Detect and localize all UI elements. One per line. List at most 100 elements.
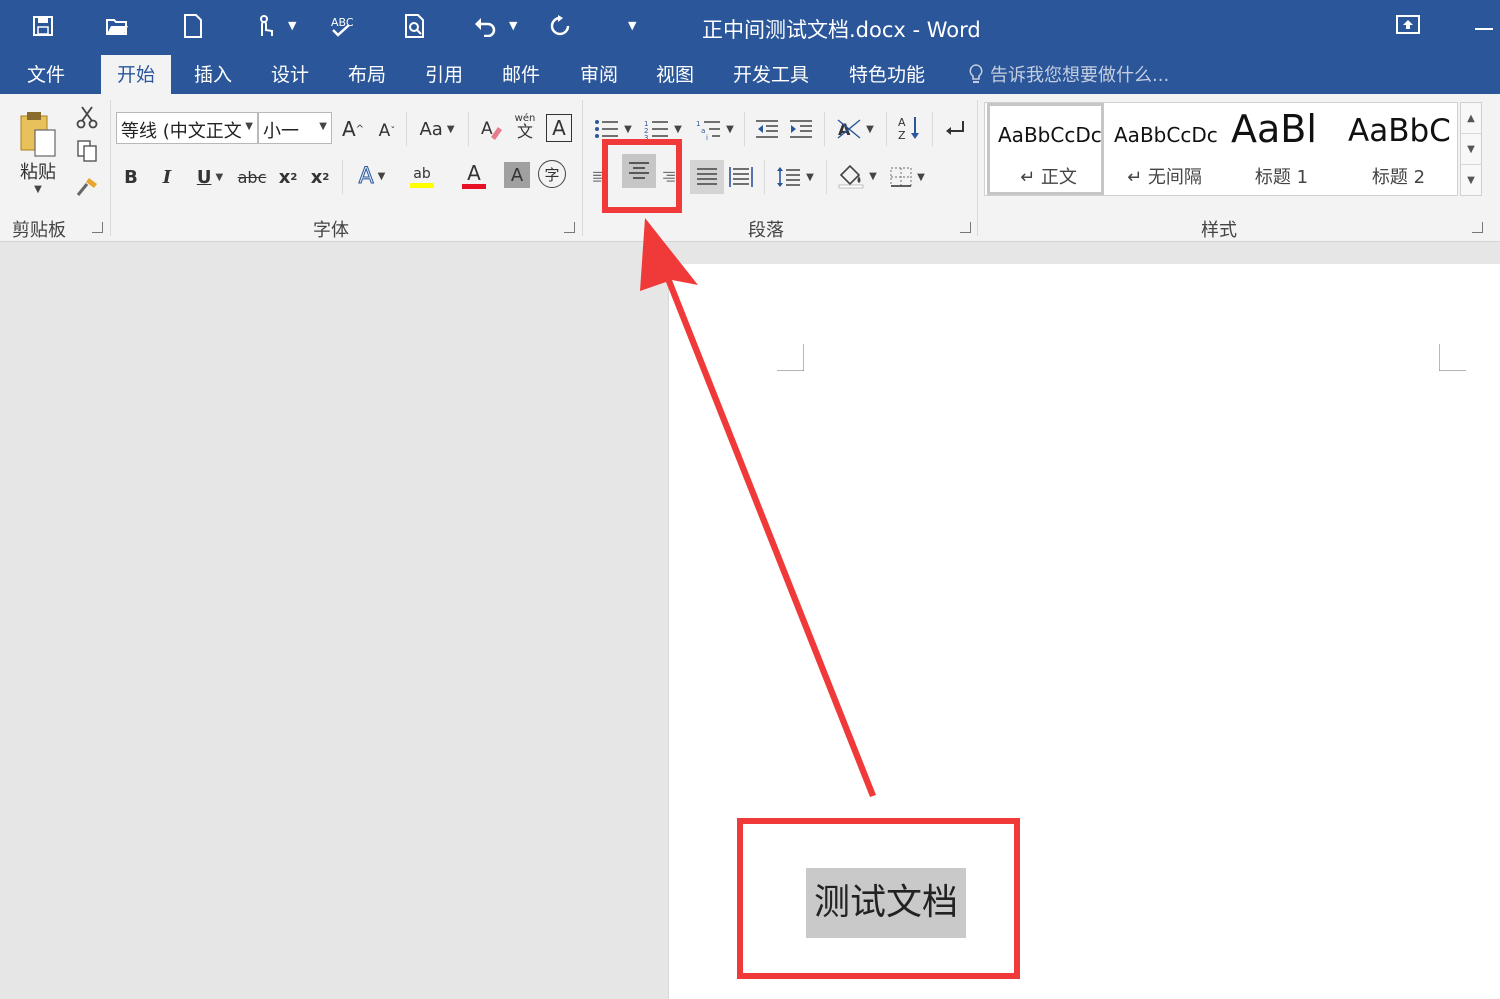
strikethrough-button[interactable]: abc [236,162,268,192]
ribbon-display-options-icon[interactable] [1395,14,1421,36]
tab-mailings[interactable]: 邮件 [502,60,540,87]
copy-icon[interactable] [72,136,102,166]
show-marks-icon[interactable] [940,114,970,144]
separator [342,160,343,194]
font-name-dropdown-icon[interactable]: ▼ [245,121,253,132]
new-icon[interactable] [178,10,208,42]
justify-icon[interactable] [690,160,724,194]
spelling-icon[interactable]: ABC [326,10,356,42]
style-heading-1[interactable]: AaBl 标题 1 [1223,103,1340,195]
touch-mode-icon[interactable] [250,10,280,42]
styles-scroll-up-icon[interactable]: ▲ [1461,103,1481,134]
separator [582,100,583,236]
paste-icon [20,111,56,157]
undo-dropdown-icon[interactable]: ▼ [509,19,517,32]
annotation-box-document-text [737,818,1020,979]
minimize-button[interactable] [1475,28,1493,30]
grow-font-button[interactable]: A ^ [338,114,368,144]
cut-icon[interactable] [72,102,102,132]
annotation-box-center-align [602,139,682,213]
font-size-dropdown-icon[interactable]: ▼ [319,121,327,132]
styles-gallery: AaBbCcDc ↵ 正文 AaBbCcDc ↵ 无间隔 AaBl 标题 1 A… [984,102,1458,196]
undo-icon[interactable] [470,10,500,42]
print-preview-icon[interactable] [400,10,430,42]
line-spacing-button[interactable]: ▼ [772,162,818,192]
font-color-button[interactable]: A [450,158,498,194]
styles-scroll-down-icon[interactable]: ▼ [1461,134,1481,165]
paste-label: 粘贴 [20,161,56,183]
tab-special-features[interactable]: 特色功能 [849,60,925,87]
increase-indent-icon[interactable] [786,114,816,144]
style-normal[interactable]: AaBbCcDc ↵ 正文 [987,103,1104,195]
separator [824,112,825,146]
font-name-combo[interactable]: 等线 (中文正文 ▼ [116,112,258,144]
tab-layout[interactable]: 布局 [348,60,386,87]
font-launcher-icon[interactable] [564,222,575,233]
tab-insert[interactable]: 插入 [194,60,232,87]
phonetic-guide-button[interactable]: wén 文 [510,110,540,144]
style-sample: AaBbCcDc [1114,123,1218,147]
style-name: ↵ 正文 [1020,167,1077,188]
sort-icon[interactable]: AZ [894,112,924,144]
subscript-button[interactable]: x2 [274,162,302,192]
bold-button[interactable]: B [118,162,144,192]
style-heading-2[interactable]: AaBbC 标题 2 [1340,103,1457,195]
title-bar: ▼ ABC ▼ ▼ 正中间测试文档.docx - Word [0,0,1500,52]
paragraph-group-label: 段落 [748,220,784,241]
paragraph-launcher-icon[interactable] [960,222,971,233]
tab-review[interactable]: 审阅 [580,60,618,87]
lightbulb-icon [969,64,983,83]
paste-dropdown-icon[interactable]: ▼ [34,184,42,195]
decrease-indent-icon[interactable] [752,114,782,144]
tab-developer[interactable]: 开发工具 [733,60,809,87]
multilevel-list-button[interactable]: 1 a i ▼ [692,114,738,144]
shading-button[interactable]: ▼ [834,160,880,192]
chinese-layout-button[interactable]: A ▼ [832,114,878,144]
enclose-characters-button[interactable]: 字 [538,160,566,188]
tab-view[interactable]: 视图 [656,60,694,87]
italic-button[interactable]: I [154,162,180,192]
change-case-button[interactable]: Aa ▼ [414,114,460,144]
style-name: 标题 2 [1371,167,1426,188]
redo-icon[interactable] [545,10,575,42]
tab-file[interactable]: 文件 [27,60,65,87]
save-icon[interactable] [28,10,58,42]
font-size-combo[interactable]: 小一 ▼ [258,112,332,144]
style-sample: AaBl [1231,107,1317,151]
style-sample: AaBbCcDc [998,123,1102,147]
ribbon-tabs: 文件 开始 插入 设计 布局 引用 邮件 审阅 视图 开发工具 特色功能 告诉我… [0,52,1500,94]
character-border-button[interactable]: A [546,114,572,142]
shrink-font-button[interactable]: Aˇ [372,116,402,146]
clipboard-launcher-icon[interactable] [92,222,103,233]
svg-text:ABC: ABC [331,16,353,29]
superscript-button[interactable]: x2 [306,162,334,192]
styles-launcher-icon[interactable] [1472,222,1483,233]
tell-me-placeholder: 告诉我您想要做什么... [990,65,1170,86]
text-effects-button[interactable]: A ▼ [350,160,394,192]
open-icon[interactable] [102,10,132,42]
style-no-spacing[interactable]: AaBbCcDc ↵ 无间隔 [1106,103,1223,195]
tab-references[interactable]: 引用 [425,60,463,87]
distributed-icon[interactable] [726,160,756,194]
highlight-color-swatch [410,182,434,188]
underline-button[interactable]: U ▼ [188,162,232,192]
window-title: 正中间测试文档.docx - Word [702,18,981,42]
separator [468,112,469,146]
tab-home[interactable]: 开始 [101,55,172,94]
margin-corner-top-right [1439,344,1466,371]
svg-text:i: i [706,134,708,140]
clear-formatting-icon[interactable]: A [476,114,506,144]
clipboard-group-label: 剪贴板 [12,220,66,241]
format-painter-icon[interactable] [72,172,102,202]
character-shading-button[interactable]: A [504,162,530,188]
touch-mode-dropdown-icon[interactable]: ▼ [288,19,296,32]
styles-group-label: 样式 [1201,220,1237,241]
paste-button[interactable]: 粘贴 ▼ [12,102,64,202]
styles-more-icon[interactable]: ▼ [1461,165,1481,196]
customize-icon[interactable]: ▼ [628,19,636,32]
tab-design[interactable]: 设计 [271,60,309,87]
highlight-color-button[interactable]: ab [398,160,446,194]
separator [110,100,111,236]
tell-me-search[interactable]: 告诉我您想要做什么... [968,61,1169,87]
borders-button[interactable]: ▼ [884,162,930,192]
